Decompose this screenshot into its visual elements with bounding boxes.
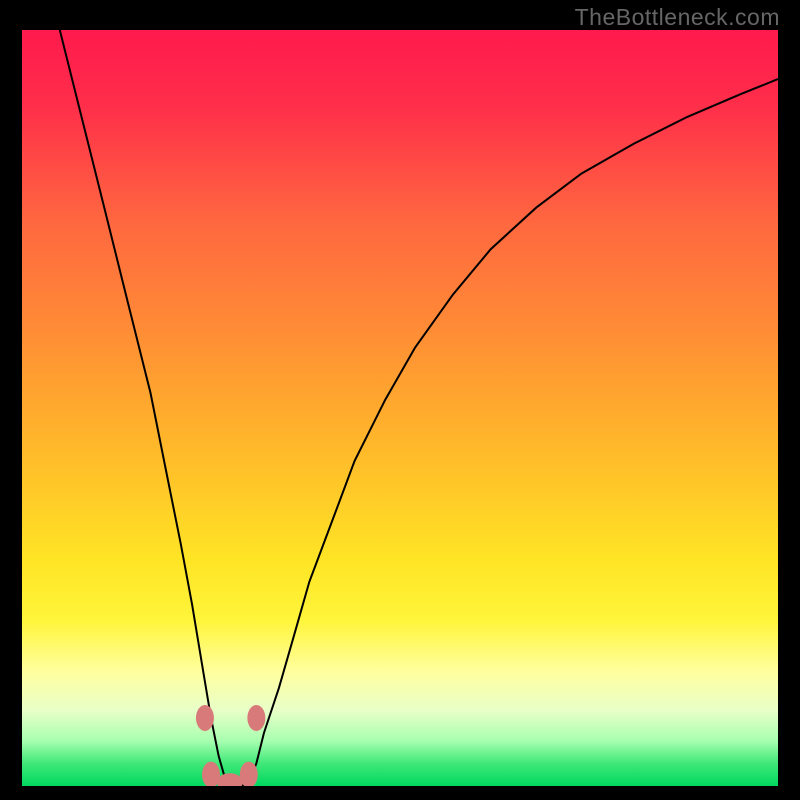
curve-marker: [247, 705, 265, 731]
watermark-text: TheBottleneck.com: [575, 4, 780, 31]
gradient-background: [22, 30, 778, 786]
chart-frame: [22, 30, 778, 786]
curve-marker: [196, 705, 214, 731]
chart-svg: [22, 30, 778, 786]
